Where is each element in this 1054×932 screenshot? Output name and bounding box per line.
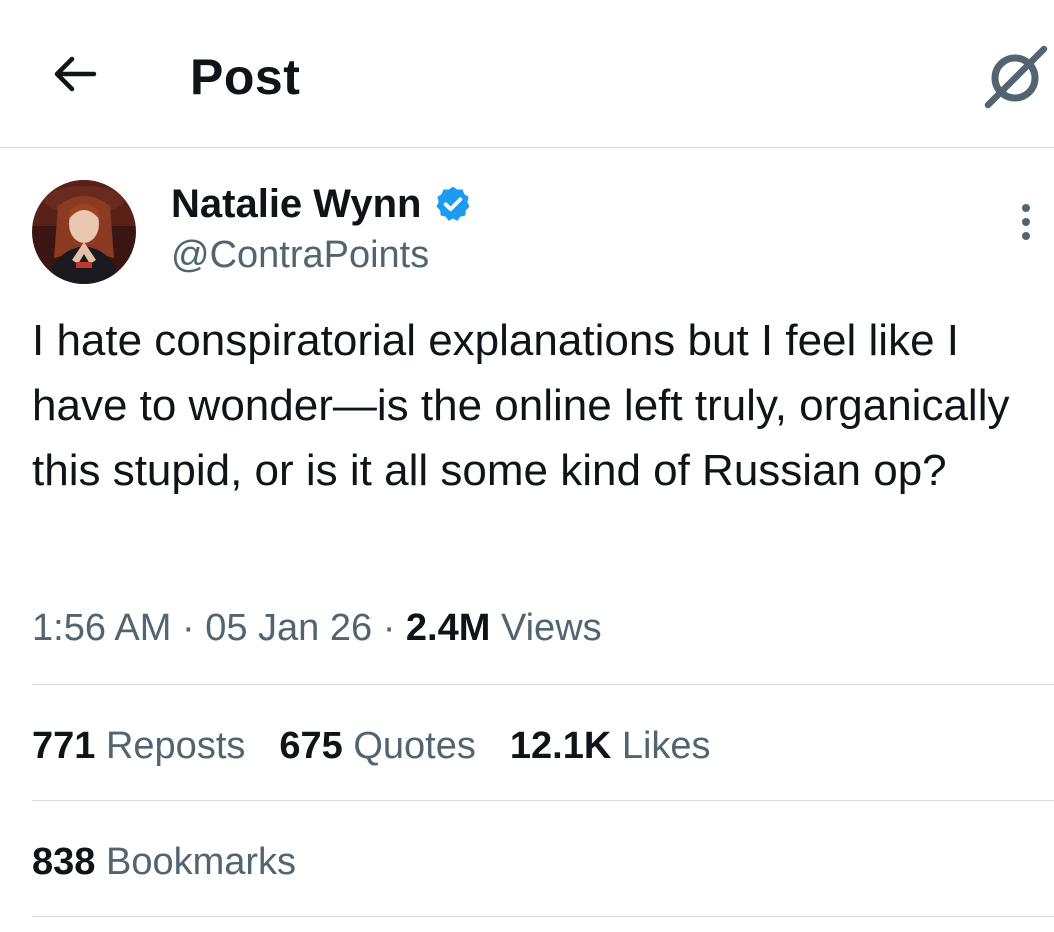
engagement-stats: 771 Reposts 675 Quotes 12.1K Likes [32, 716, 745, 776]
more-vertical-icon [1022, 204, 1030, 240]
quotes-stat[interactable]: 675 Quotes [279, 725, 476, 768]
back-button[interactable] [46, 46, 102, 102]
bookmarks-count: 838 [32, 840, 96, 883]
page-title: Post [190, 49, 301, 105]
quotes-label: Quotes [353, 724, 476, 767]
bookmarks-stat[interactable]: 838 Bookmarks [32, 841, 296, 884]
top-bar: Post [0, 0, 1054, 148]
verified-badge-icon[interactable] [433, 184, 473, 224]
bookmarks-label: Bookmarks [105, 840, 297, 883]
tweet-text: I hate conspiratorial explanations but I… [32, 316, 1010, 495]
author-name[interactable]: Natalie Wynn [171, 178, 473, 230]
avatar[interactable] [32, 180, 136, 284]
likes-count: 12.1K [509, 724, 612, 767]
divider [32, 916, 1054, 917]
views-label: Views [500, 607, 602, 649]
tweet-time[interactable]: 1:56 AM [32, 607, 171, 649]
profile-photo [32, 180, 136, 284]
views-count: 2.4M [405, 607, 491, 649]
tweet-date[interactable]: 05 Jan 26 [205, 607, 372, 649]
divider [32, 684, 1054, 685]
divider [32, 800, 1054, 801]
separator: · [382, 607, 396, 649]
likes-stat[interactable]: 12.1K Likes [510, 725, 711, 768]
tweet-metadata: 1:56 AM · 05 Jan 26 · 2.4M Views [32, 600, 602, 656]
separator: · [181, 607, 195, 649]
reposts-stat[interactable]: 771 Reposts [32, 725, 245, 768]
quotes-count: 675 [279, 724, 343, 767]
more-options-button[interactable] [1006, 196, 1046, 248]
author-name-text: Natalie Wynn [171, 182, 422, 226]
arrow-left-icon [54, 56, 97, 92]
grok-icon [984, 45, 1048, 109]
author-handle[interactable]: @ContraPoints [171, 230, 429, 280]
grok-button[interactable] [980, 40, 1052, 112]
reposts-label: Reposts [105, 724, 246, 767]
likes-label: Likes [621, 724, 711, 767]
reposts-count: 771 [32, 724, 96, 767]
bookmarks-stat-row: 838 Bookmarks [32, 832, 330, 892]
